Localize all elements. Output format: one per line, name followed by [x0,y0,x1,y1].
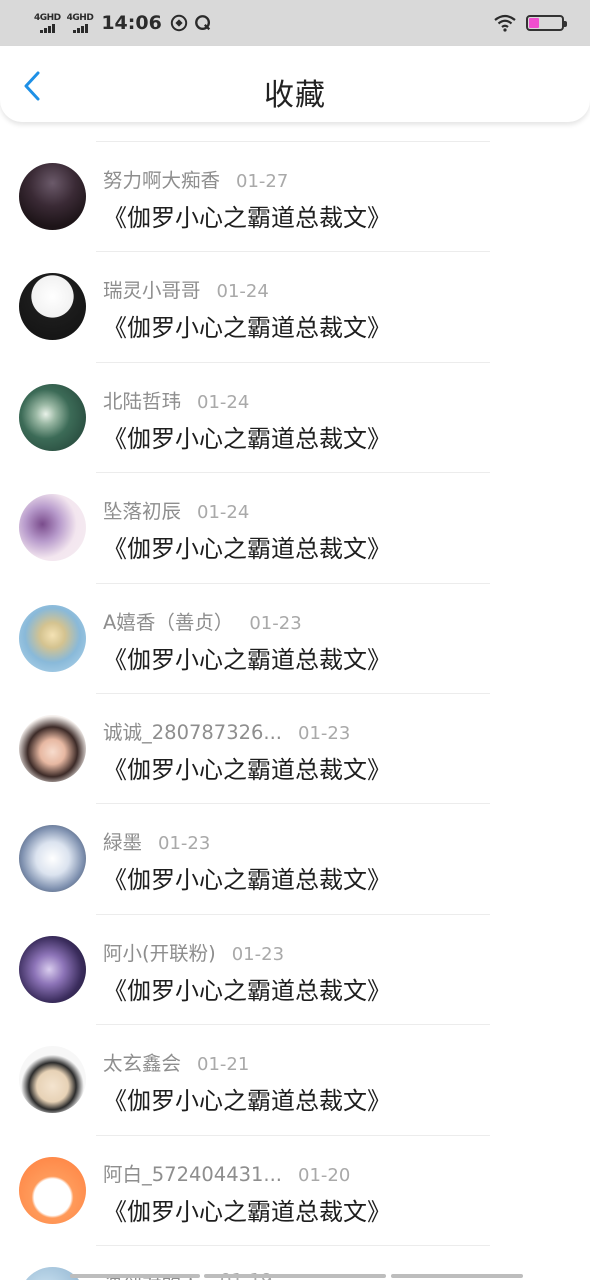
post-date: 01-21 [197,1054,250,1076]
q-app-icon [194,15,210,31]
list-item[interactable]: 瑞灵小哥哥 01-24 《伽罗小心之霸道总裁文》 [0,251,590,361]
favorites-list: 努力啊大痴香 01-27 《伽罗小心之霸道总裁文》 瑞灵小哥哥 01-24 《伽… [0,141,590,1245]
post-date: 01-20 [298,1164,351,1186]
author-name[interactable]: 努力啊大痴香 [103,164,220,193]
post-date: 01-27 [236,171,289,192]
divider [96,1245,490,1246]
list-item[interactable]: 努力啊大痴香 01-27 《伽罗小心之霸道总裁文》 [0,141,590,251]
avatar-panda-meme[interactable] [19,1046,86,1114]
divider [96,251,490,253]
author-name[interactable]: 阿白_572404431... [103,1158,282,1187]
divider [96,1024,490,1026]
wifi-icon [494,14,516,32]
avatar-guanyin[interactable] [19,604,86,672]
post-title[interactable]: 《伽罗小心之霸道总裁文》 [103,419,391,454]
list-item[interactable]: 太玄鑫会 01-21 《伽罗小心之霸道总裁文》 [0,1024,590,1134]
scroll-indicator [204,1274,386,1278]
post-date: 01-24 [197,391,250,413]
avatar-orange-bunny[interactable] [19,1156,86,1224]
divider [96,361,490,363]
avatar-cute-girl[interactable] [19,714,86,782]
list-item[interactable]: 诚诚_280787326... 01-23 《伽罗小心之霸道总裁文》 [0,692,590,803]
nav-bar: 收藏 [0,46,590,122]
sim1-label: 4GHD [34,12,61,23]
list-item[interactable]: 阿小(开联粉) 01-23 《伽罗小心之霸道总裁文》 [0,913,590,1024]
divider [96,141,490,142]
status-time: 14:06 [101,12,162,34]
avatar-white-hair[interactable] [19,825,86,893]
divider [96,1134,490,1136]
battery-level [529,18,539,28]
post-title[interactable]: 《伽罗小心之霸道总裁文》 [103,750,391,785]
post-date: 01-24 [216,281,269,303]
post-date: 01-23 [231,943,285,965]
post-title[interactable]: 《伽罗小心之霸道总裁文》 [103,971,391,1006]
signal-sim2-icon: 4GHD [66,12,94,33]
list-item[interactable]: 坠落初辰 01-24 《伽罗小心之霸道总裁文》 [0,472,590,582]
avatar-anime-boy[interactable] [19,273,86,341]
author-name[interactable]: 太玄鑫会 [103,1047,181,1076]
post-title[interactable]: 《伽罗小心之霸道总裁文》 [103,198,391,233]
author-name[interactable]: 坠落初辰 [103,495,181,524]
author-name[interactable]: 北陆哲玮 [103,385,181,414]
divider [96,582,490,584]
list-item[interactable]: 北陆哲玮 01-24 《伽罗小心之霸道总裁文》 [0,361,590,472]
post-title[interactable]: 《伽罗小心之霸道总裁文》 [103,1081,391,1116]
divider [96,803,490,805]
list-item[interactable]: 緑墨 01-23 《伽罗小心之霸道总裁文》 [0,803,590,913]
avatar-purple-anime[interactable] [19,935,86,1003]
post-date: 01-24 [197,502,250,524]
post-title[interactable]: 《伽罗小心之霸道总裁文》 [103,860,391,895]
list-item[interactable]: A嬉香（善贞） 01-23 《伽罗小心之霸道总裁文》 [0,582,590,693]
post-date: 01-23 [298,722,351,744]
signal-sim1-icon: 4GHD [34,12,61,33]
post-date: 01-23 [249,612,302,634]
sim2-label: 4GHD [66,12,94,23]
avatar-dark-girl[interactable] [19,163,86,230]
post-title[interactable]: 《伽罗小心之霸道总裁文》 [103,308,391,343]
list-item[interactable]: 阿白_572404431... 01-20 《伽罗小心之霸道总裁文》 [0,1134,590,1245]
post-date: 01-23 [158,833,211,855]
divider [96,692,490,694]
status-bar: 4GHD 4GHD 14:06 [0,0,590,46]
sync-icon [170,14,187,32]
avatar-chibi-pair[interactable] [19,494,86,562]
divider [96,472,490,474]
author-name[interactable]: 诚诚_280787326... [103,716,282,745]
post-title[interactable]: 《伽罗小心之霸道总裁文》 [103,529,391,564]
battery-icon [526,15,567,31]
author-name[interactable]: 瑞灵小哥哥 [103,274,201,303]
scroll-indicator [70,1274,200,1278]
author-name[interactable]: A嬉香（善贞） [103,606,233,635]
author-name[interactable]: 阿小(开联粉) [103,937,216,966]
post-title[interactable]: 《伽罗小心之霸道总裁文》 [103,640,391,675]
avatar-dandelion[interactable] [19,383,86,451]
post-title[interactable]: 《伽罗小心之霸道总裁文》 [103,1192,391,1227]
divider [96,913,490,915]
scroll-indicator [391,1274,523,1278]
page-title: 收藏 [264,78,326,113]
author-name[interactable]: 緑墨 [103,826,142,855]
